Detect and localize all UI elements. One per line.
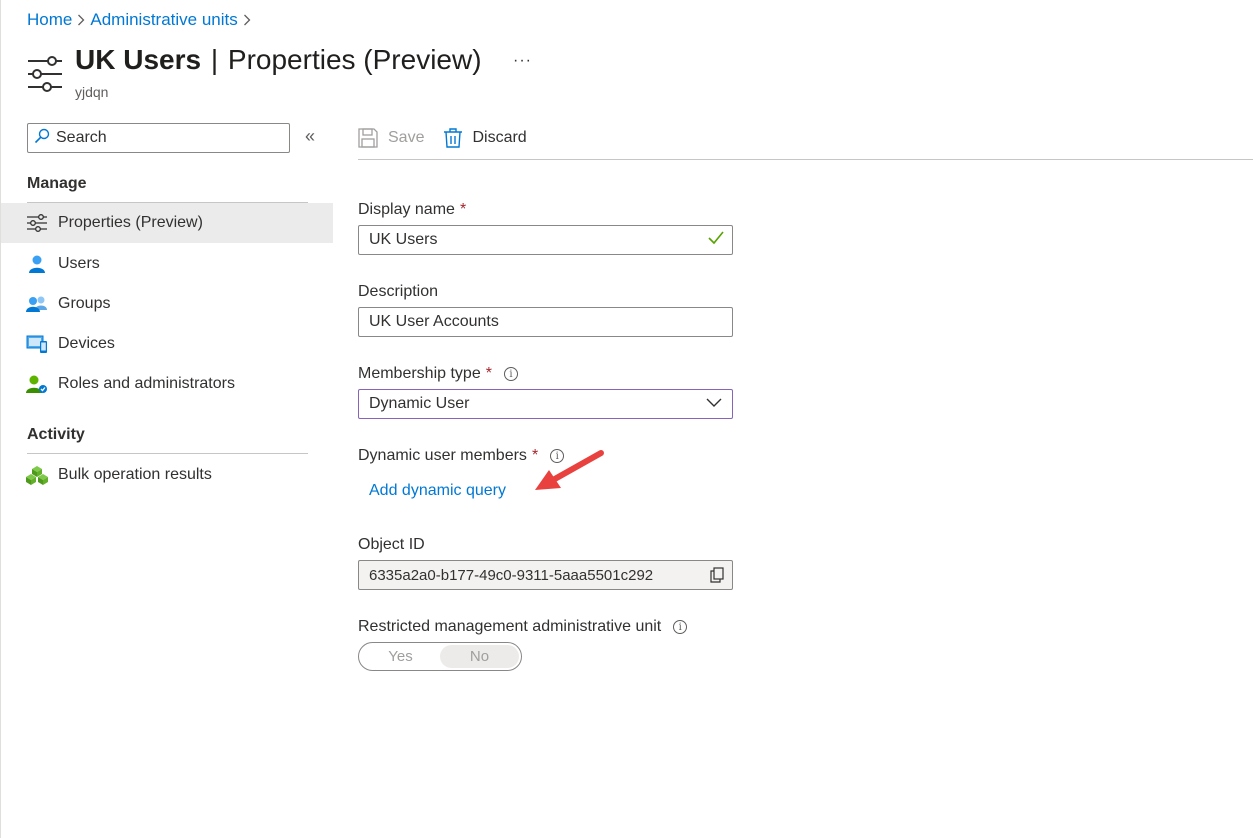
divider <box>358 159 1253 160</box>
display-name-field[interactable] <box>358 225 733 255</box>
page-title-separator: | <box>210 44 219 75</box>
info-icon[interactable]: i <box>503 367 518 381</box>
search-input[interactable] <box>56 129 276 147</box>
divider <box>27 453 308 454</box>
toggle-yes-option[interactable]: Yes <box>361 645 440 668</box>
chevron-down-icon <box>706 395 722 413</box>
nav-item-devices[interactable]: Devices <box>1 324 333 364</box>
object-id-field: 6335a2a0-b177-49c0-9311-5aaa5501c292 <box>358 560 733 590</box>
search-icon <box>34 128 50 149</box>
copy-icon[interactable] <box>710 567 724 583</box>
more-actions-button[interactable]: ··· <box>513 52 532 70</box>
groups-icon <box>26 293 48 315</box>
command-bar: Save Discard <box>358 122 527 154</box>
bulk-ops-icon <box>26 464 48 486</box>
add-dynamic-query-link[interactable]: Add dynamic query <box>369 482 506 500</box>
membership-type-value: Dynamic User <box>369 395 470 412</box>
object-id-value: 6335a2a0-b177-49c0-9311-5aaa5501c292 <box>369 566 654 584</box>
nav-item-users[interactable]: Users <box>1 244 333 284</box>
annotation-arrow-icon <box>531 446 609 501</box>
membership-type-label-text: Membership type <box>358 365 481 382</box>
checkmark-icon <box>708 231 724 250</box>
save-icon <box>358 128 378 148</box>
membership-type-label: Membership type * i <box>358 365 518 383</box>
discard-label: Discard <box>472 129 527 146</box>
dynamic-user-members-label-text: Dynamic user members <box>358 447 527 464</box>
trash-icon <box>444 128 463 148</box>
page-title-main: UK Users <box>75 44 202 75</box>
required-marker: * <box>459 201 467 218</box>
page-subtitle: yjdqn <box>75 84 109 100</box>
nav-item-label: Devices <box>58 335 115 352</box>
nav-item-label: Groups <box>58 295 111 312</box>
toggle-no-option[interactable]: No <box>440 645 519 668</box>
nav-search-box[interactable] <box>27 123 290 153</box>
restricted-management-label-text: Restricted management administrative uni… <box>358 618 662 635</box>
nav-item-label: Roles and administrators <box>58 375 235 392</box>
membership-type-dropdown[interactable]: Dynamic User <box>358 389 733 419</box>
description-label-text: Description <box>358 283 439 300</box>
breadcrumb: Home Administrative units <box>27 10 256 30</box>
save-label: Save <box>388 129 425 146</box>
nav-item-label: Bulk operation results <box>58 466 212 483</box>
nav-item-roles-and-administrators[interactable]: Roles and administrators <box>1 364 333 404</box>
discard-button[interactable]: Discard <box>444 128 527 148</box>
nav-item-properties[interactable]: Properties (Preview) <box>1 203 333 243</box>
info-icon[interactable]: i <box>673 620 688 634</box>
collapse-nav-button[interactable]: « <box>305 126 315 147</box>
description-field[interactable] <box>358 307 733 337</box>
properties-sliders-icon <box>27 55 63 93</box>
nav-section-manage: Manage <box>27 175 87 192</box>
roles-icon <box>26 373 48 395</box>
chevron-right-icon <box>238 14 256 26</box>
restricted-management-label: Restricted management administrative uni… <box>358 618 688 636</box>
sliders-icon <box>26 212 48 234</box>
nav-section-activity: Activity <box>27 426 85 443</box>
page-title-sub: Properties (Preview) <box>227 44 482 75</box>
devices-icon <box>26 333 48 355</box>
description-label: Description <box>358 283 438 301</box>
user-icon <box>26 253 48 275</box>
nav-item-bulk-operation-results[interactable]: Bulk operation results <box>1 455 333 495</box>
display-name-label-text: Display name <box>358 201 455 218</box>
display-name-label: Display name * <box>358 201 466 219</box>
page-title: UK Users | Properties (Preview) <box>75 44 482 76</box>
breadcrumb-administrative-units[interactable]: Administrative units <box>90 10 237 30</box>
restricted-management-toggle[interactable]: Yes No <box>358 642 522 671</box>
nav-item-groups[interactable]: Groups <box>1 284 333 324</box>
object-id-label: Object ID <box>358 536 425 554</box>
chevron-right-icon <box>72 14 90 26</box>
breadcrumb-home[interactable]: Home <box>27 10 72 30</box>
object-id-label-text: Object ID <box>358 536 425 553</box>
nav-item-label: Properties (Preview) <box>58 214 203 231</box>
required-marker: * <box>485 365 492 382</box>
save-button[interactable]: Save <box>358 128 424 148</box>
nav-item-label: Users <box>58 255 100 272</box>
